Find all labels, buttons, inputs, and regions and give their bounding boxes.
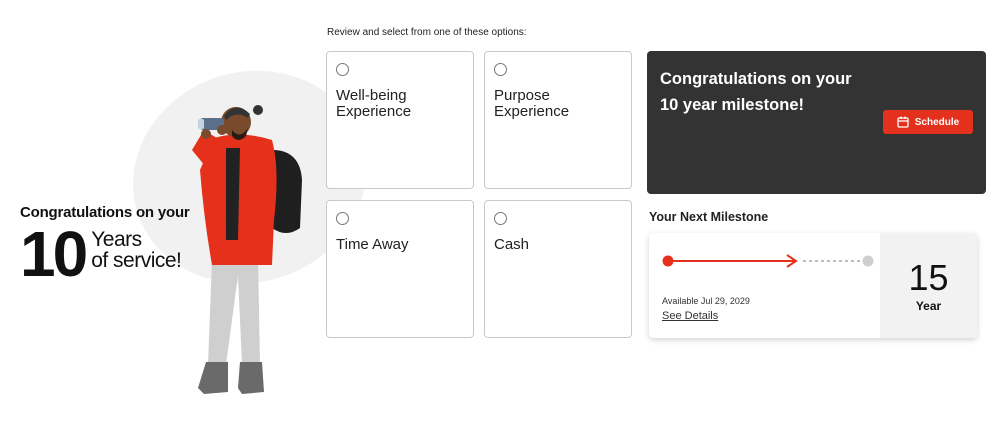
see-details-link[interactable]: See Details	[662, 310, 718, 322]
option-label: Time Away	[336, 237, 466, 253]
options-prompt: Review and select from one of these opti…	[327, 27, 527, 38]
next-milestone-card: Available Jul 29, 2029 See Details 15 Ye…	[649, 233, 977, 338]
option-card-time-away[interactable]: Time Away	[326, 200, 474, 338]
milestone-title-line: Congratulations on your	[660, 70, 852, 88]
hero-text: Congratulations on your 10 Years of serv…	[20, 204, 190, 290]
radio-button[interactable]	[494, 63, 507, 76]
next-milestone-year-label: Year	[915, 298, 942, 313]
milestone-title-line: 10 year milestone!	[660, 96, 804, 114]
option-label: Well-being Experience	[336, 88, 466, 120]
next-milestone-heading: Your Next Milestone	[649, 210, 769, 224]
radio-button[interactable]	[336, 212, 349, 225]
hero-years-number: 10	[20, 218, 88, 290]
option-card-cash[interactable]: Cash	[484, 200, 632, 338]
schedule-button[interactable]: Schedule	[883, 110, 973, 134]
radio-button[interactable]	[494, 212, 507, 225]
available-date: Available Jul 29, 2029	[662, 296, 750, 306]
option-label-line: Purpose	[494, 87, 550, 104]
milestone-congrats-card: Congratulations on your 10 year mileston…	[647, 51, 986, 194]
next-milestone-year-box: 15 Year	[880, 233, 977, 338]
option-label-line: Well-being	[336, 87, 407, 104]
next-milestone-year-number: 15	[908, 256, 949, 298]
hero-years-label: Years	[91, 228, 142, 251]
hero-years-row: 10 Years of service!	[20, 218, 190, 290]
schedule-button-label: Schedule	[914, 116, 960, 128]
milestone-congrats-title: Congratulations on your 10 year mileston…	[660, 66, 880, 118]
option-label-line: Cash	[494, 236, 530, 253]
option-label-line: Experience	[494, 103, 570, 120]
hero-service-label: of service!	[91, 249, 182, 272]
option-label-line: Experience	[336, 103, 412, 120]
hiker-illustration	[192, 105, 302, 394]
hero-years-text: Years of service!	[91, 228, 182, 272]
option-card-wellbeing[interactable]: Well-being Experience	[326, 51, 474, 189]
option-label: Cash	[494, 237, 624, 253]
option-card-purpose[interactable]: Purpose Experience	[484, 51, 632, 189]
radio-button[interactable]	[336, 63, 349, 76]
calendar-icon	[897, 116, 909, 128]
milestone-progress-track	[662, 254, 874, 268]
option-label-line: Time Away	[336, 236, 409, 253]
option-label: Purpose Experience	[494, 88, 624, 120]
